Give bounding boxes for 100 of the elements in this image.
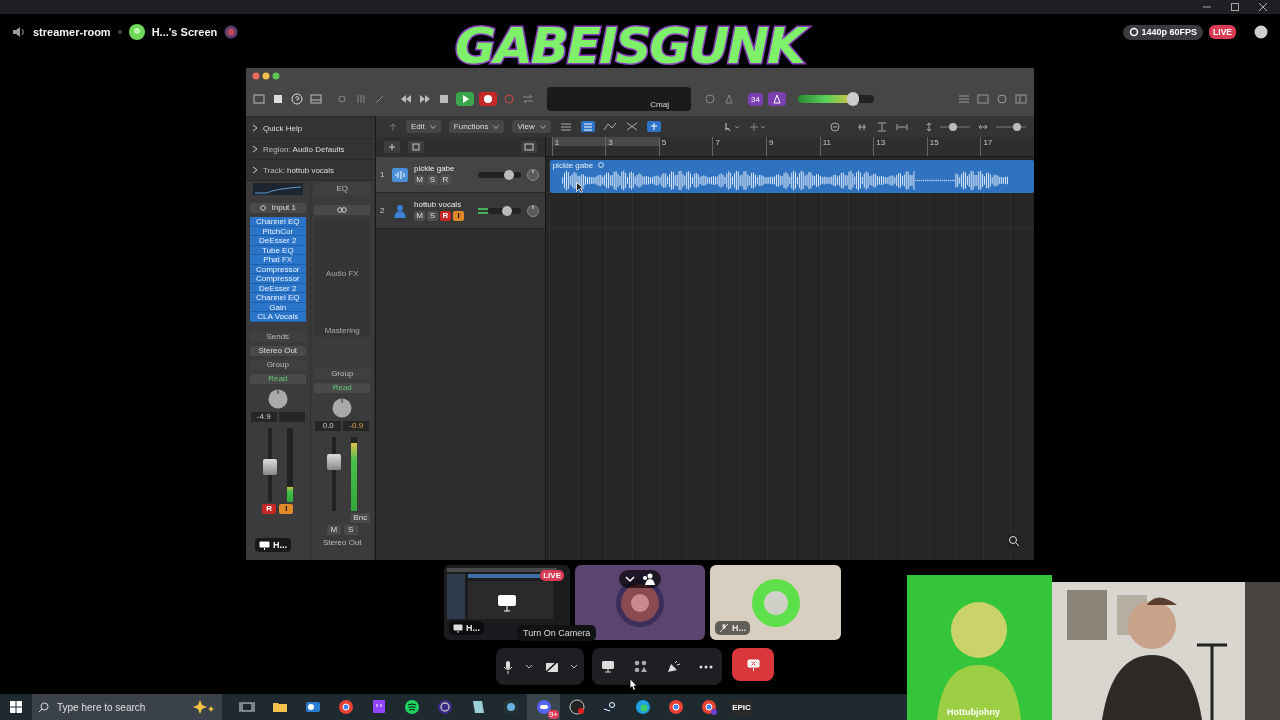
add-track-icon[interactable] [384, 141, 400, 153]
record-enable-button[interactable]: R [440, 175, 451, 185]
pan-knob[interactable] [267, 388, 288, 409]
microphone-icon[interactable] [501, 659, 514, 674]
snap-icon[interactable] [646, 121, 661, 132]
sends-button[interactable]: Sends [249, 331, 306, 342]
activities-icon[interactable] [634, 660, 648, 673]
ring-icon[interactable] [436, 699, 453, 715]
master-volume-slider[interactable] [797, 95, 874, 103]
inspector-section[interactable]: Track: hottub vocals [246, 160, 375, 181]
chat-icon[interactable] [1254, 25, 1268, 39]
flex-icon[interactable] [624, 121, 639, 132]
editor-app-icon[interactable] [502, 699, 519, 715]
people-icon[interactable] [641, 573, 655, 585]
pan-knob[interactable] [526, 168, 539, 181]
rewind-icon[interactable] [399, 93, 413, 105]
toggle-button[interactable]: S [343, 525, 358, 535]
stop-icon[interactable] [437, 93, 451, 105]
maximize-icon[interactable] [1230, 2, 1240, 12]
plugin-slot[interactable]: Channel EQ [249, 293, 306, 303]
track-header[interactable]: 2 hottub vocals M S R I [376, 193, 545, 229]
timeline-ruler[interactable]: 1 3 5 7 9 11 13 15 17 [545, 137, 1034, 157]
fit-width-icon[interactable] [896, 121, 908, 132]
game-store-icon[interactable]: EPIC [731, 699, 752, 715]
back-icon[interactable] [388, 121, 398, 132]
inspector-section[interactable]: Quick Help [246, 118, 375, 139]
recorder-icon[interactable] [568, 699, 585, 715]
screen-share-icon[interactable] [601, 660, 616, 673]
camera-off-icon[interactable] [544, 660, 559, 673]
automation-icon[interactable] [602, 121, 617, 132]
plugin-slot[interactable]: Channel EQ [249, 217, 306, 227]
soundboard-icon[interactable] [665, 660, 680, 673]
eq-thumbnail[interactable] [252, 183, 303, 195]
library-icon[interactable] [252, 93, 266, 105]
close-icon[interactable] [1258, 2, 1268, 12]
list-view-icon[interactable] [558, 121, 573, 132]
link-button[interactable] [314, 205, 371, 215]
catch-icon[interactable] [520, 141, 537, 153]
pan-knob[interactable] [526, 204, 539, 217]
record-enable-button[interactable]: R [440, 211, 451, 221]
track-view-icon[interactable] [580, 121, 595, 132]
plugin-slot[interactable]: Compressor [249, 274, 306, 284]
pan-knob[interactable] [332, 398, 353, 418]
channel-name[interactable]: streamer-room [33, 26, 111, 38]
search-box[interactable]: Type here to search [32, 694, 222, 720]
record-enable-button[interactable]: R [262, 503, 277, 514]
audio-region[interactable]: pickle gabe [549, 160, 1034, 193]
edge-icon[interactable] [634, 699, 651, 715]
browser-icon[interactable] [700, 699, 717, 715]
menu-button[interactable]: Edit [406, 120, 441, 133]
track-header[interactable]: 1 pickle gabe M S R [376, 157, 545, 193]
menu-button[interactable]: Functions [448, 120, 505, 133]
task-view-icon[interactable] [238, 699, 255, 715]
audio-fx-slot[interactable]: Audio FX Mastering [314, 219, 371, 337]
caret-icon[interactable] [525, 664, 534, 669]
menu-button[interactable]: View [512, 120, 551, 133]
participant-tile[interactable]: H... [710, 565, 841, 640]
input-monitor-button[interactable]: I [453, 211, 464, 221]
chat-app-icon[interactable] [370, 699, 387, 715]
disclosure-icon[interactable] [252, 166, 258, 174]
chevron-down-icon[interactable] [625, 575, 635, 583]
record-icon[interactable] [479, 92, 497, 106]
mail-icon[interactable] [304, 699, 321, 715]
bounce-button[interactable]: Bnc [350, 513, 371, 523]
zoom-icon[interactable] [1007, 534, 1021, 548]
group-button[interactable]: Group [249, 359, 306, 370]
toggle-button[interactable]: M [326, 525, 341, 535]
more-icon[interactable] [698, 664, 713, 669]
plugin-slot[interactable]: CLA Vocals [249, 312, 306, 322]
browser-icon[interactable] [667, 699, 684, 715]
disclosure-icon[interactable] [252, 124, 258, 132]
caret-icon[interactable] [570, 664, 579, 669]
track-volume-slider[interactable] [488, 207, 521, 214]
duplicate-track-icon[interactable] [408, 141, 424, 153]
input-monitor-button[interactable]: I [279, 503, 294, 514]
plugin-slot[interactable]: DeEsser 2 [249, 236, 306, 246]
disclosure-icon[interactable] [252, 145, 258, 153]
plugin-slot[interactable]: Phat FX [249, 255, 306, 265]
inspector-section[interactable]: Region: Audio Defaults [246, 139, 375, 160]
track-volume-slider[interactable] [478, 171, 521, 178]
leave-call-button[interactable] [732, 648, 774, 681]
output-button[interactable]: Stereo Out [249, 345, 306, 356]
music-app-icon[interactable] [403, 699, 420, 715]
play-icon[interactable] [456, 92, 474, 106]
help-icon[interactable] [290, 93, 304, 105]
browser-icon[interactable] [337, 699, 354, 715]
steam-icon[interactable] [601, 699, 618, 715]
window-controls-icon[interactable] [252, 72, 282, 80]
fit-height-icon[interactable] [876, 121, 888, 132]
inspector-icon[interactable] [271, 93, 285, 105]
group-button[interactable]: Group [314, 369, 371, 379]
crosshair-tool-icon[interactable] [749, 121, 768, 132]
toggle-button[interactable]: S [427, 211, 438, 221]
metronome-icon[interactable] [767, 92, 786, 106]
toggle-button[interactable]: M [414, 175, 425, 185]
count-in-badge[interactable]: 34 [748, 92, 763, 106]
editor-icon[interactable] [309, 93, 323, 105]
automation-button[interactable]: Read [249, 373, 306, 384]
waveform-zoom-icon[interactable] [856, 121, 868, 132]
toggle-button[interactable]: M [414, 211, 425, 221]
